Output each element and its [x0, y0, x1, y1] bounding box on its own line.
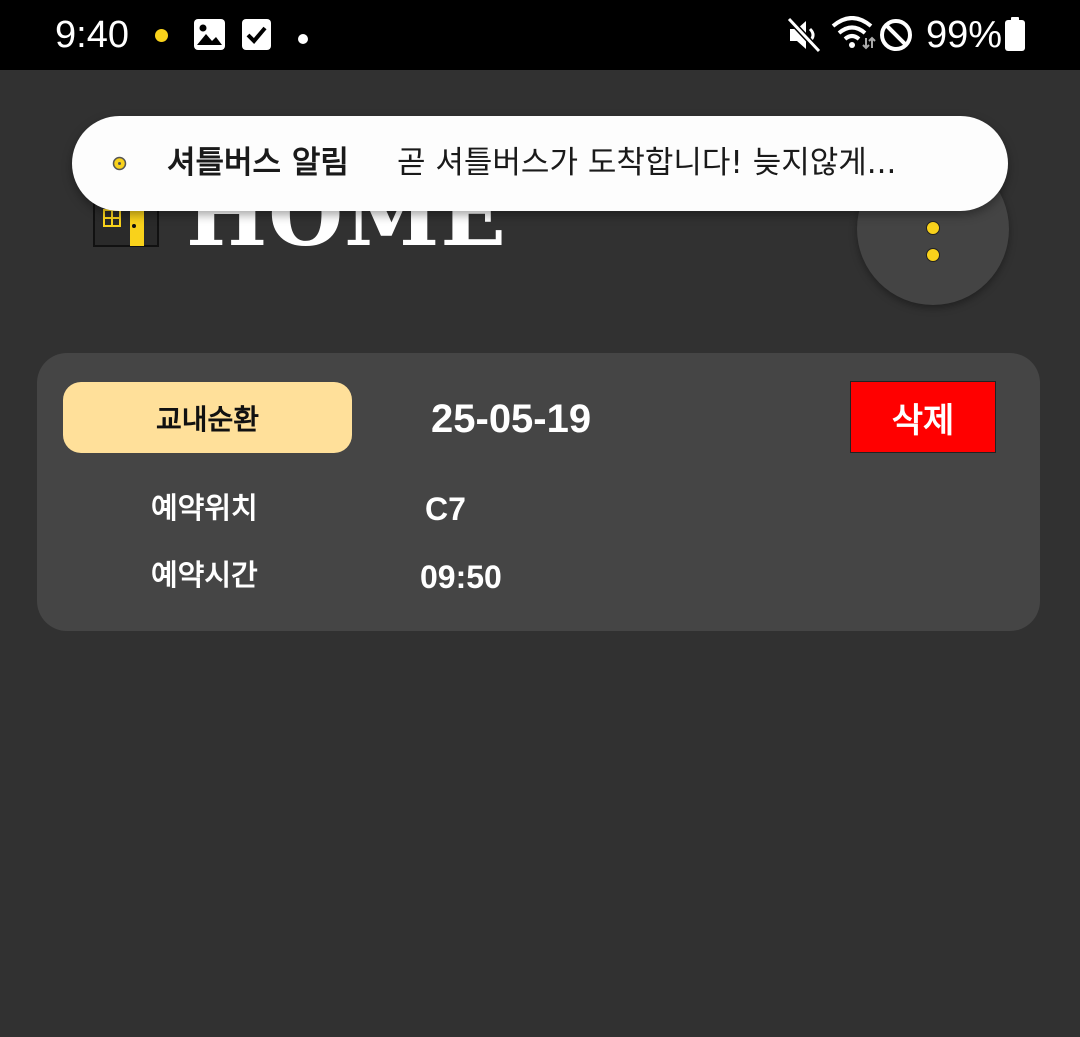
mute-icon [786, 16, 822, 58]
delete-button[interactable]: 삭제 [850, 381, 996, 453]
wifi-icon [830, 16, 876, 54]
status-time: 9:40 [55, 14, 129, 56]
notification-dot-icon [155, 29, 168, 42]
location-label: 예약위치 [151, 491, 258, 525]
notification-body: 곧 셔틀버스가 도착합니다! 늦지않게... [397, 145, 897, 181]
reservation-card: 교내순환 25-05-19 삭제 예약위치 C7 예약시간 09:50 [37, 353, 1040, 631]
heads-up-notification[interactable]: 셔틀버스 알림 곧 셔틀버스가 도착합니다! 늦지않게... [72, 116, 1008, 211]
route-chip: 교내순환 [63, 382, 352, 453]
more-dot-icon [297, 30, 309, 49]
time-value: 09:50 [420, 559, 502, 595]
notification-dot-icon [112, 156, 127, 175]
reservation-date: 25-05-19 [431, 397, 592, 441]
more-vertical-icon [926, 248, 940, 262]
time-label: 예약시간 [151, 558, 258, 592]
more-vertical-icon [926, 221, 940, 235]
status-bar: 9:40 99% [0, 0, 1080, 70]
do-not-disturb-icon [879, 18, 913, 56]
battery-icon [1004, 16, 1026, 56]
notification-title: 셔틀버스 알림 [167, 145, 349, 181]
image-icon [193, 18, 226, 55]
location-value: C7 [425, 491, 466, 527]
checkbox-icon [241, 18, 272, 55]
battery-percentage: 99% [926, 14, 1003, 56]
